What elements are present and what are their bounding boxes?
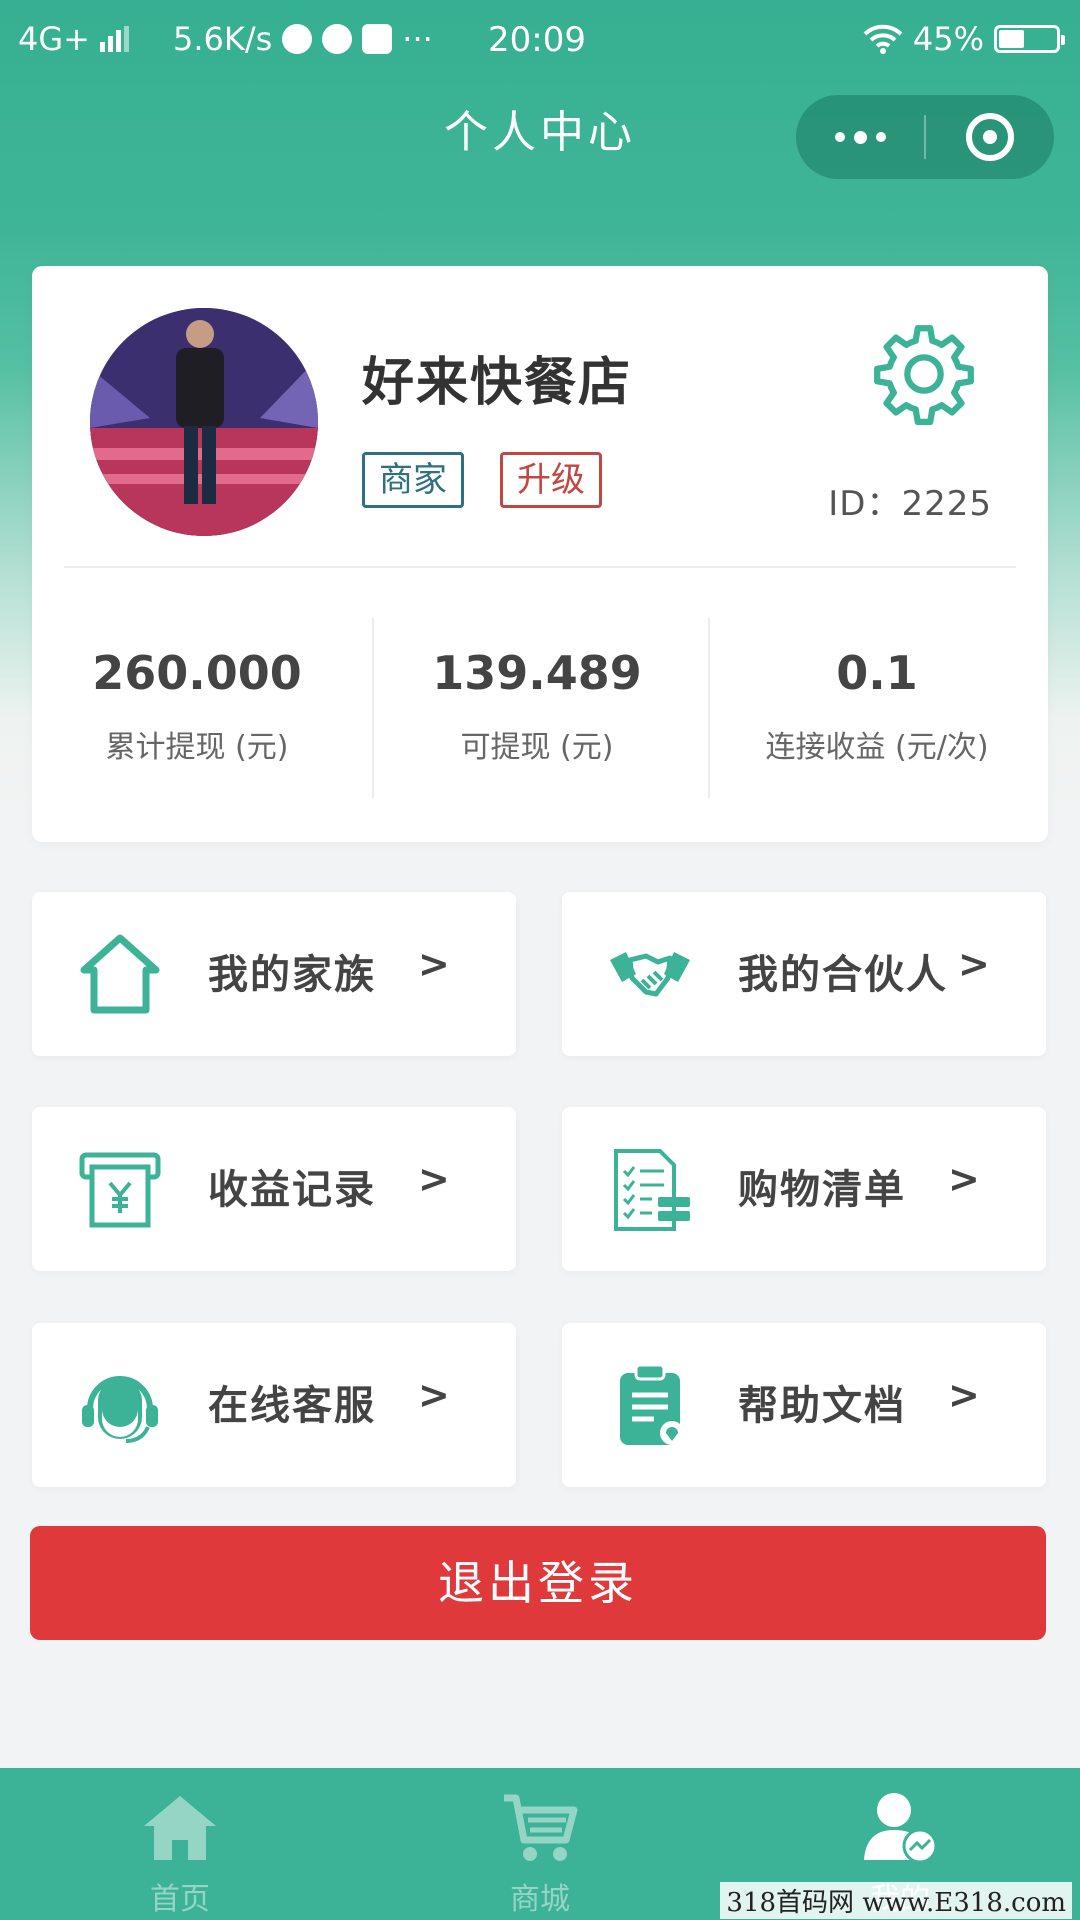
menu-my-partners[interactable]: 我的合伙人 > [562,892,1046,1056]
wifi-icon [863,24,903,54]
more-dot-icon [853,130,867,144]
signal-icon [99,26,129,52]
stat-label: 连接收益 (元/次) [765,730,989,765]
status-left: 4G+ 5.6K/s ··· [18,20,433,58]
battery-percent: 45% [912,20,984,58]
more-menu-button[interactable] [796,95,924,179]
settings-gear-icon[interactable] [872,322,976,426]
house-icon [80,934,160,1014]
stat-available[interactable]: 139.489 可提现 (元) [372,646,702,766]
stat-label: 可提现 (元) [460,730,614,765]
handshake-icon [610,952,690,997]
checklist-icon [614,1149,690,1231]
stat-value: 260.000 [92,646,302,700]
avatar[interactable] [90,308,318,536]
menu-label: 收益记录 [208,1167,376,1213]
network-type: 4G+ [18,20,90,58]
status-bar: 4G+ 5.6K/s ··· 20:09 45% [0,0,1080,76]
more-dot-icon [834,132,845,142]
watermark: 318首码网 www.E318.com [720,1882,1072,1919]
logout-button[interactable]: 退出登录 [30,1526,1046,1640]
stat-total-withdrawn[interactable]: 260.000 累计提现 (元) [32,646,362,766]
stat-connection-earning[interactable]: 0.1 连接收益 (元/次) [712,646,1042,766]
shop-name: 好来快餐店 [362,353,633,413]
tab-mall[interactable]: 商城 [440,1768,640,1920]
bag-notification-icon [362,24,393,54]
battery-icon [994,25,1065,53]
merchant-badge: 商家 [362,452,464,508]
home-icon [144,1796,216,1860]
menu-online-support[interactable]: 在线客服 > [32,1323,516,1487]
mini-program-capsule [796,95,1054,179]
chevron-right-icon: > [418,1373,450,1417]
stat-label: 累计提现 (元) [105,730,289,765]
avatar-photo [90,308,318,536]
tab-label: 商城 [510,1882,570,1917]
chevron-right-icon: > [948,1373,980,1417]
status-right: 45% [863,20,1065,58]
stat-value: 0.1 [836,646,918,700]
upgrade-button[interactable]: 升级 [500,452,602,508]
menu-label: 我的家族 [208,952,376,998]
menu-label: 购物清单 [738,1167,906,1213]
menu-label: 在线客服 [208,1383,376,1429]
cart-icon [504,1794,578,1861]
menu-help-docs[interactable]: 帮助文档 > [562,1323,1046,1487]
more-notifications: ··· [402,20,433,58]
clock: 20:09 [488,20,586,60]
stat-value: 139.489 [432,646,642,700]
user-icon [864,1793,938,1864]
profile-card: 好来快餐店 商家 升级 ID：2225 260.000 累计提现 (元) 139… [32,266,1048,842]
menu-label: 我的合伙人 [738,952,948,998]
network-speed: 5.6K/s [172,20,273,58]
yuan-receipt-icon [79,1152,161,1228]
stat-divider [708,618,710,798]
chat-notification-icon [322,24,353,54]
user-id: ID：2225 [828,484,992,524]
chevron-right-icon: > [948,1157,980,1201]
chevron-right-icon: > [958,942,990,986]
chevron-right-icon: > [418,1157,450,1201]
card-divider [64,566,1016,568]
menu-label: 帮助文档 [738,1383,906,1429]
more-dot-icon [875,132,886,142]
chevron-right-icon: > [418,942,450,986]
target-icon [966,113,1014,161]
menu-shopping-list[interactable]: 购物清单 > [562,1107,1046,1271]
close-mini-program-button[interactable] [926,113,1054,161]
headset-agent-icon [82,1376,158,1443]
menu-earnings-record[interactable]: 收益记录 > [32,1107,516,1271]
app-notification-icon [282,24,313,54]
tab-label: 首页 [150,1882,210,1917]
menu-my-family[interactable]: 我的家族 > [32,892,516,1056]
tab-home[interactable]: 首页 [80,1768,280,1920]
clipboard-icon [620,1363,684,1445]
